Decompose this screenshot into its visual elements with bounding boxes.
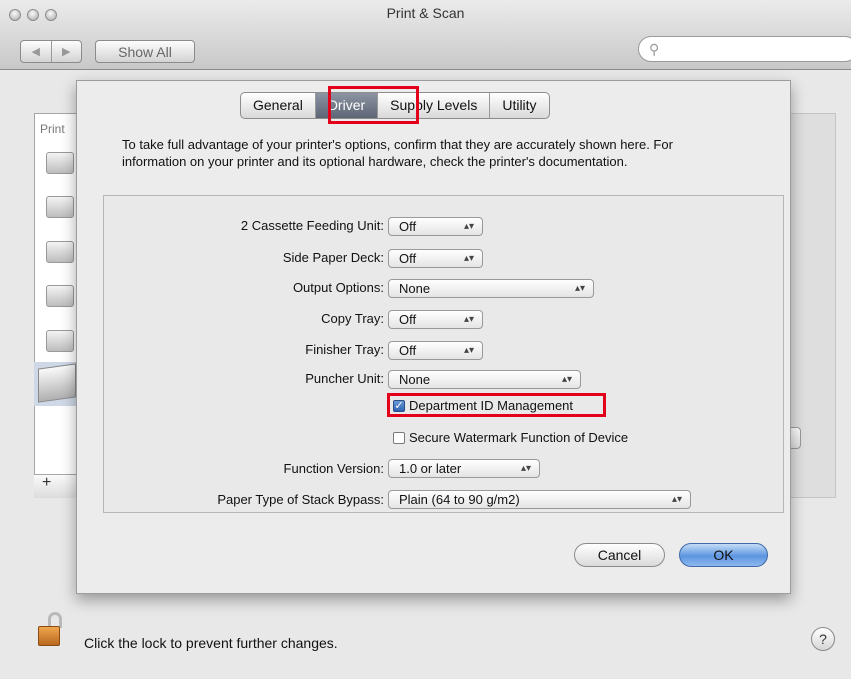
popup-arrows-icon: ▴▾ <box>463 314 474 325</box>
back-forward-buttons[interactable]: ◀ ▶ <box>20 40 82 63</box>
tab-supply-levels[interactable]: Supply Levels <box>378 93 491 118</box>
search-input[interactable]: ⚲ <box>638 36 851 62</box>
back-arrow-icon[interactable]: ◀ <box>21 45 51 58</box>
function-version-label: Function Version: <box>283 461 384 476</box>
checkbox-box[interactable] <box>393 431 405 444</box>
printer-icon[interactable] <box>46 285 74 307</box>
popup-arrows-icon: ▴▾ <box>520 463 531 474</box>
side-paper-deck-popup[interactable]: Off ▴▾ <box>388 249 483 268</box>
puncher-unit-value: None <box>399 372 431 387</box>
tab-bar: General Driver Supply Levels Utility <box>240 92 550 119</box>
ok-button[interactable]: OK <box>679 543 768 567</box>
finisher-tray-label: Finisher Tray: <box>305 342 384 357</box>
cassette-feeding-value: Off <box>399 219 417 234</box>
printer-icon[interactable] <box>46 241 74 263</box>
printer-icon[interactable] <box>46 196 74 218</box>
popup-arrows-icon: ▴▾ <box>561 374 572 385</box>
help-button[interactable]: ? <box>811 627 835 651</box>
department-id-label: Department ID Management <box>409 398 574 413</box>
add-printer-button[interactable]: + <box>42 474 51 492</box>
cassette-feeding-label: 2 Cassette Feeding Unit: <box>240 218 384 233</box>
popup-arrows-icon: ▴▾ <box>463 253 474 264</box>
popup-arrows-icon: ▴▾ <box>463 345 474 356</box>
finisher-tray-value: Off <box>399 343 417 358</box>
lock-icon[interactable] <box>38 612 64 646</box>
popup-arrows-icon: ▴▾ <box>463 221 474 232</box>
function-version-popup[interactable]: 1.0 or later ▴▾ <box>388 459 540 478</box>
cancel-button[interactable]: Cancel <box>574 543 665 567</box>
output-options-popup[interactable]: None ▴▾ <box>388 279 594 298</box>
side-paper-deck-label: Side Paper Deck: <box>282 250 384 265</box>
window-title: Print & Scan <box>386 5 465 21</box>
printers-list-label: Print <box>40 122 65 136</box>
printer-icon[interactable] <box>46 330 74 352</box>
popup-arrows-icon: ▴▾ <box>671 494 682 505</box>
checkmark-icon[interactable]: ✓ <box>393 399 405 412</box>
secure-watermark-checkbox[interactable]: Secure Watermark Function of Device <box>393 430 628 445</box>
function-version-value: 1.0 or later <box>399 461 462 476</box>
copy-tray-label: Copy Tray: <box>321 311 384 326</box>
tab-general[interactable]: General <box>241 93 316 118</box>
puncher-unit-popup[interactable]: None ▴▾ <box>388 370 581 389</box>
secure-watermark-label: Secure Watermark Function of Device <box>409 430 629 445</box>
window-titlebar: Print & Scan ◀ ▶ Show All ⚲ <box>0 0 851 70</box>
department-id-checkbox[interactable]: ✓ Department ID Management <box>393 398 573 413</box>
lock-status-text: Click the lock to prevent further change… <box>84 635 338 651</box>
popup-arrows-icon: ▴▾ <box>574 283 585 294</box>
tab-driver[interactable]: Driver <box>315 93 379 118</box>
side-paper-deck-value: Off <box>399 251 417 266</box>
output-options-value: None <box>399 281 431 296</box>
cassette-feeding-popup[interactable]: Off ▴▾ <box>388 217 483 236</box>
copy-tray-popup[interactable]: Off ▴▾ <box>388 310 483 329</box>
paper-type-value: Plain (64 to 90 g/m2) <box>399 492 520 507</box>
printer-icon <box>38 363 76 403</box>
tab-utility[interactable]: Utility <box>490 93 548 118</box>
output-options-label: Output Options: <box>292 280 384 295</box>
show-all-button[interactable]: Show All <box>95 40 195 63</box>
puncher-unit-label: Puncher Unit: <box>305 371 384 386</box>
paper-type-label: Paper Type of Stack Bypass: <box>217 492 384 507</box>
forward-arrow-icon[interactable]: ▶ <box>52 45 82 58</box>
paper-type-popup[interactable]: Plain (64 to 90 g/m2) ▴▾ <box>388 490 691 509</box>
printer-icon[interactable] <box>46 152 74 174</box>
driver-intro-text: To take full advantage of your printer's… <box>122 137 673 169</box>
finisher-tray-popup[interactable]: Off ▴▾ <box>388 341 483 360</box>
copy-tray-value: Off <box>399 312 417 327</box>
search-icon: ⚲ <box>649 41 660 57</box>
